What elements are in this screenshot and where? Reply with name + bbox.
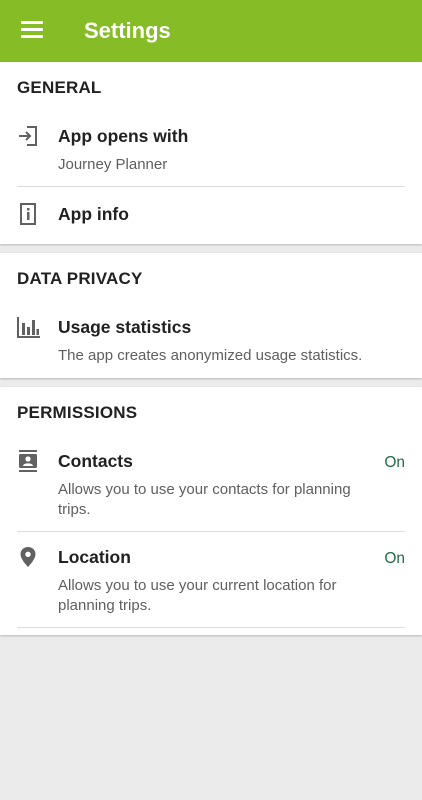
location-pin-icon: [20, 547, 36, 567]
section-title-data-privacy: DATA PRIVACY: [17, 269, 143, 288]
location-status: On: [384, 550, 405, 567]
bar-chart-icon: [17, 317, 40, 338]
permissions-section: PERMISSIONS Contacts On Allows you to us…: [0, 387, 422, 635]
info-icon: [20, 203, 36, 225]
app-info-title: App info: [58, 204, 129, 224]
location-description-line2: planning trips.: [58, 597, 152, 614]
divider: [17, 627, 405, 628]
contacts-description-line2: trips.: [58, 501, 91, 518]
divider: [17, 186, 405, 187]
section-title-permissions: PERMISSIONS: [17, 403, 138, 422]
contact-card-icon: [19, 450, 37, 472]
contacts-status: On: [384, 454, 405, 471]
login-arrow-icon: [19, 126, 37, 146]
contacts-title: Contacts: [58, 451, 133, 471]
section-title-general: GENERAL: [17, 78, 102, 97]
hamburger-menu-icon[interactable]: [21, 21, 43, 39]
usage-statistics-title: Usage statistics: [58, 317, 192, 337]
app-bar: Settings: [0, 0, 422, 62]
app-opens-with-title: App opens with: [58, 126, 189, 146]
location-title: Location: [58, 547, 131, 567]
general-section: GENERAL App opens with Journey Planner A…: [0, 62, 422, 244]
contacts-description-line1: Allows you to use your contacts for plan…: [58, 481, 351, 498]
app-opens-with-value: Journey Planner: [58, 156, 168, 173]
page-title: Settings: [84, 18, 171, 43]
usage-statistics-description: The app creates anonymized usage statist…: [58, 347, 363, 364]
divider: [17, 531, 405, 532]
location-description-line1: Allows you to use your current location …: [58, 577, 337, 594]
data-privacy-section: DATA PRIVACY Usage statistics The app cr…: [0, 253, 422, 378]
